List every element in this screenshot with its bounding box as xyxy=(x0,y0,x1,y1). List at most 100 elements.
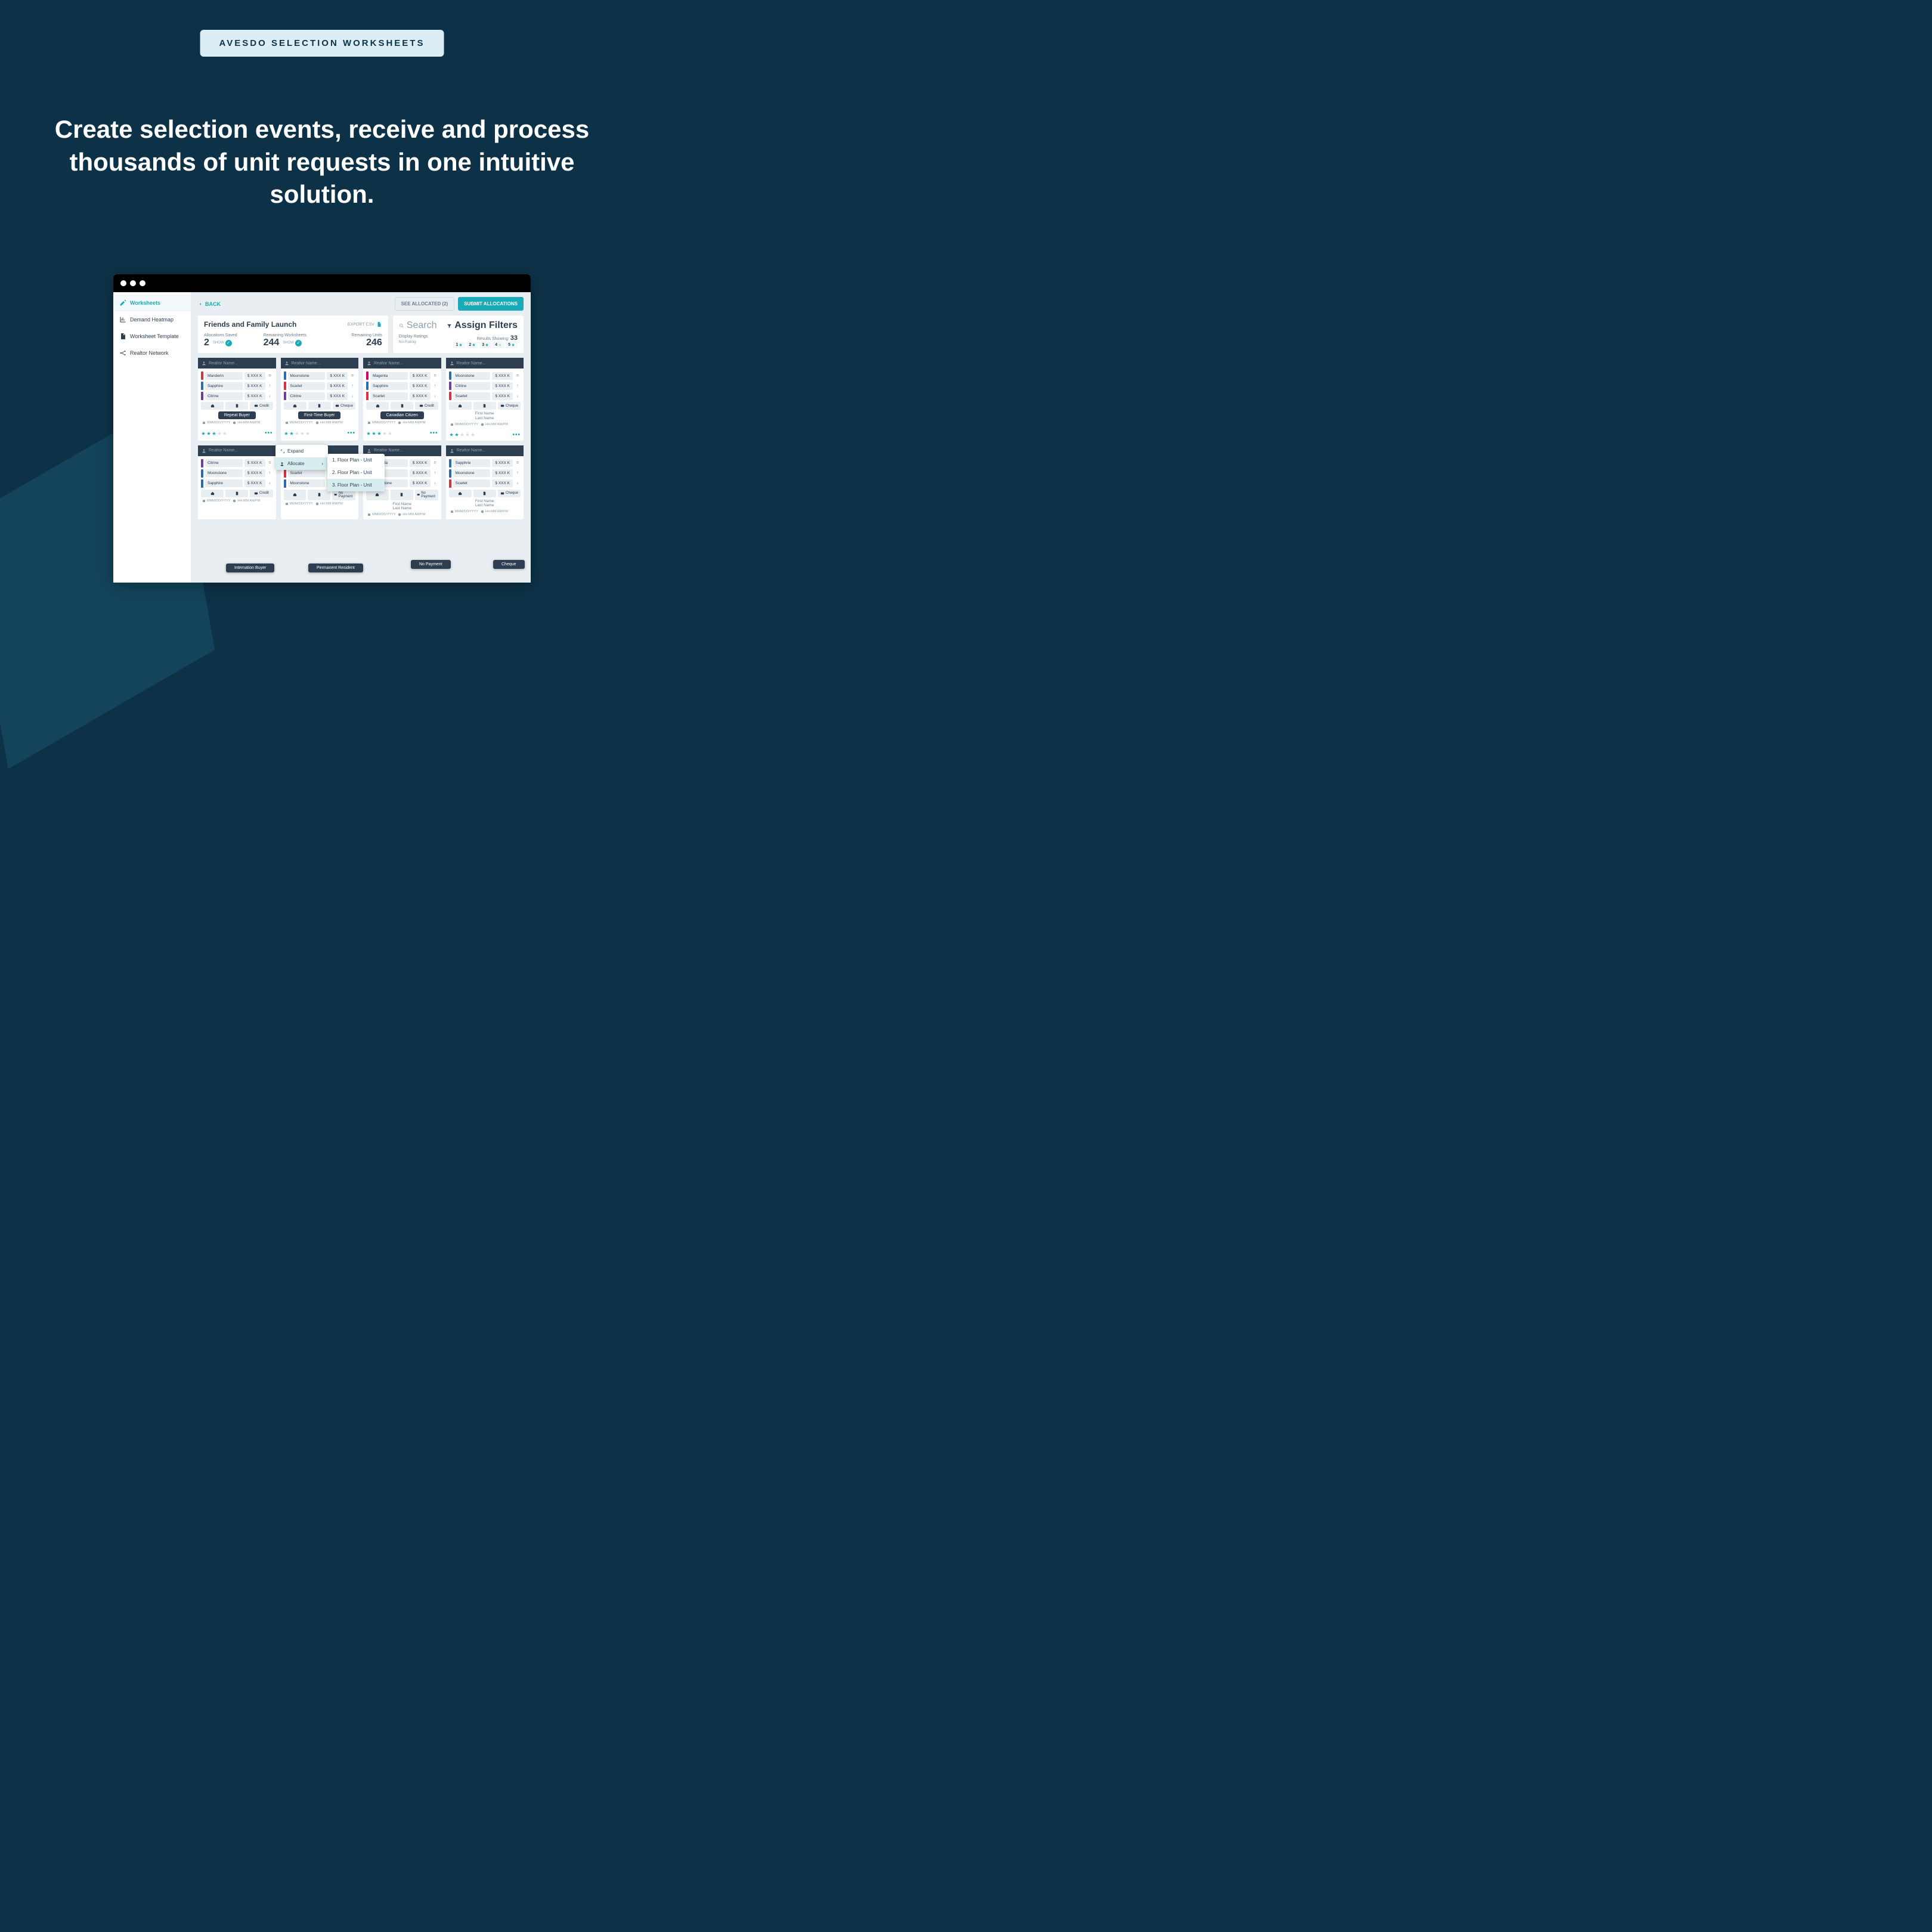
worksheet-card[interactable]: Realtor Name... Magenta$ XXX K=Sapphire$… xyxy=(363,358,441,441)
expand-icon xyxy=(280,449,285,454)
doc-icon-button[interactable] xyxy=(391,490,413,500)
rating-chip[interactable]: 5 xyxy=(506,342,518,348)
submit-allocations-button[interactable]: SUBMIT ALLOCATIONS xyxy=(458,297,524,311)
unit-name: Moonstone xyxy=(288,479,326,487)
unit-price: $ XXX K xyxy=(327,392,348,400)
doc-icon-button[interactable] xyxy=(391,402,413,410)
worksheet-card[interactable]: Realtor Name... Moonstone$ XXX K=Citrine… xyxy=(446,358,524,441)
worksheet-card[interactable]: Realtor Name... Sapphrie$ XXX K=Moonston… xyxy=(446,445,524,520)
unit-name: Scarlet xyxy=(370,392,408,400)
worksheet-card[interactable]: Realtor Name... Moonstone$ XXX K=Scarlet… xyxy=(281,358,359,441)
edit-icon xyxy=(119,299,126,306)
payment-chip[interactable]: Credit xyxy=(250,402,273,410)
more-button[interactable]: ••• xyxy=(430,430,438,436)
window-dot[interactable] xyxy=(120,280,126,286)
sidebar-item-label: Worksheets xyxy=(130,300,160,306)
stat-allocations-saved: Allocations Saved 2 SHOW✓ xyxy=(204,333,264,348)
home-icon-button[interactable] xyxy=(449,490,472,497)
more-button[interactable]: ••• xyxy=(265,430,273,436)
unit-price: $ XXX K xyxy=(244,459,265,467)
unit-row: Citrine$ XXX K↓ xyxy=(284,392,356,400)
card-header: Realtor Name... xyxy=(446,445,524,456)
menu-allocate[interactable]: Allocate › xyxy=(275,457,328,470)
search-input[interactable]: Search xyxy=(399,320,442,331)
unit-price: $ XXX K xyxy=(244,479,265,487)
submenu-item[interactable]: 2. Floor Plan - Unit xyxy=(327,466,385,479)
product-badge: AVESDO SELECTION WORKSHEETS xyxy=(200,30,444,57)
allocate-submenu: 1. Floor Plan - Unit 2. Floor Plan - Uni… xyxy=(327,454,385,491)
payment-chip[interactable]: No Payment xyxy=(415,490,438,500)
window-dot[interactable] xyxy=(140,280,145,286)
payment-chip[interactable]: Cheque xyxy=(333,402,355,410)
worksheet-card[interactable]: Realtor Name... Citrine$ XXX K=Moonstone… xyxy=(198,445,276,520)
rating-filter-row: 12345 xyxy=(453,342,518,348)
unit-row: Citrine$ XXX K↑ xyxy=(449,382,521,390)
unit-price: $ XXX K xyxy=(410,469,431,477)
rating-stars xyxy=(201,431,227,436)
menu-expand[interactable]: Expand xyxy=(275,445,328,457)
unit-row: Scarlet$ XXX K↑ xyxy=(284,382,356,390)
show-toggle[interactable]: SHOW✓ xyxy=(213,340,232,346)
overlay-tag: Cheque xyxy=(493,560,525,569)
rating-chip[interactable]: 2 xyxy=(466,342,478,348)
browser-window: Worksheets Demand Heatmap Worksheet Temp… xyxy=(113,274,531,583)
home-icon-button[interactable] xyxy=(201,490,224,497)
rating-chip[interactable]: 3 xyxy=(479,342,491,348)
payment-chip[interactable]: Cheque xyxy=(498,490,521,497)
unit-row: Citrine$ XXX K↓ xyxy=(201,392,273,400)
assign-filters-button[interactable]: Assign Filters xyxy=(447,320,518,331)
unit-price: $ XXX K xyxy=(410,479,431,487)
worksheet-card[interactable]: Realtor Name... Manderin$ XXX K=Sapphire… xyxy=(198,358,276,441)
sidebar-item-heatmap[interactable]: Demand Heatmap xyxy=(113,311,191,328)
timestamp: MMM/DD/YYYYHH:MM AM/PM xyxy=(201,421,273,425)
doc-icon-button[interactable] xyxy=(308,402,331,410)
rating-stars xyxy=(284,431,310,436)
submenu-item[interactable]: 1. Floor Plan - Unit xyxy=(327,454,385,466)
more-button[interactable]: ••• xyxy=(512,432,521,438)
stat-remaining-worksheets: Remaining Worksheets 244 SHOW✓ xyxy=(264,333,323,348)
sidebar-item-network[interactable]: Realtor Network xyxy=(113,345,191,361)
doc-icon-button[interactable] xyxy=(225,490,248,497)
rating-stars xyxy=(449,432,475,437)
export-csv-button[interactable]: EXPORT CSV xyxy=(348,321,382,327)
unit-name: Moonstone xyxy=(453,372,491,380)
back-button[interactable]: BACK xyxy=(198,301,221,307)
arrow-icon: ↓ xyxy=(432,481,438,485)
home-icon-button[interactable] xyxy=(284,402,306,410)
rating-chip[interactable]: 4 xyxy=(493,342,504,348)
unit-row: Scarlet$ XXX K↓ xyxy=(449,479,521,488)
doc-icon-button[interactable] xyxy=(225,402,248,410)
see-allocated-button[interactable]: SEE ALLOCATED (2) xyxy=(395,297,455,311)
sidebar-item-label: Realtor Network xyxy=(130,350,169,356)
arrow-icon: ↓ xyxy=(267,481,273,485)
home-icon-button[interactable] xyxy=(284,490,306,500)
rating-chip[interactable]: 1 xyxy=(453,342,465,348)
buyer-names: First NameLast Name xyxy=(449,411,521,421)
show-toggle[interactable]: SHOW✓ xyxy=(283,340,302,346)
sidebar-item-template[interactable]: Worksheet Template xyxy=(113,328,191,345)
home-icon-button[interactable] xyxy=(449,402,472,410)
timestamp: MMM/DD/YYYYHH:MM AM/PM xyxy=(449,510,521,513)
unit-price: $ XXX K xyxy=(410,372,431,380)
unit-row: Sapphire$ XXX K↑ xyxy=(201,382,273,390)
no-rating-label: No Rating xyxy=(399,340,428,344)
payment-chip[interactable]: Credit xyxy=(250,490,273,497)
allocate-icon xyxy=(280,462,285,466)
payment-chip[interactable]: Credit xyxy=(415,402,438,410)
home-icon-button[interactable] xyxy=(201,402,224,410)
timestamp: MMM/DD/YYYYHH:MM AM/PM xyxy=(284,421,356,425)
home-icon-button[interactable] xyxy=(366,402,389,410)
arrow-icon: = xyxy=(515,461,521,465)
overlay-tag: No Payment xyxy=(411,560,451,569)
window-dot[interactable] xyxy=(130,280,136,286)
doc-icon-button[interactable] xyxy=(473,402,496,410)
unit-price: $ XXX K xyxy=(410,392,431,400)
unit-name: Scarlet xyxy=(453,479,491,487)
doc-icon-button[interactable] xyxy=(473,490,496,497)
more-button[interactable]: ••• xyxy=(347,430,355,436)
buyer-tag: First-Time Buyer xyxy=(298,411,340,419)
payment-chip[interactable]: Cheque xyxy=(498,402,521,410)
submenu-item[interactable]: 3. Floor Plan - Unit xyxy=(327,479,385,491)
sidebar-item-worksheets[interactable]: Worksheets xyxy=(113,295,191,311)
arrow-icon: ↑ xyxy=(515,384,521,388)
